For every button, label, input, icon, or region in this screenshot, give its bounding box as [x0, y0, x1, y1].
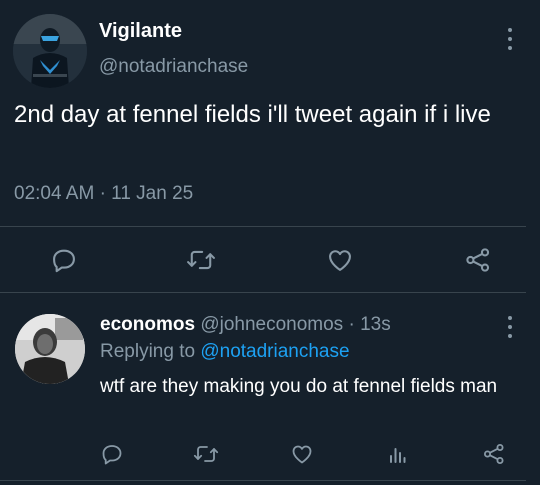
reply-text: wtf are they making you do at fennel fie… — [100, 376, 498, 397]
reply-more-options-icon[interactable] — [507, 316, 513, 338]
reply-retweet-icon[interactable] — [190, 440, 222, 468]
reply-author-handle[interactable]: @johneconomos — [200, 314, 343, 335]
reply-avatar-image — [15, 314, 85, 384]
reply-icon[interactable] — [46, 244, 82, 276]
author-name[interactable]: Vigilante — [99, 20, 182, 43]
share-icon[interactable] — [460, 244, 496, 276]
divider — [0, 480, 526, 481]
timestamp-separator: · — [99, 183, 106, 204]
replying-prefix: Replying to — [100, 341, 201, 362]
retweet-icon[interactable] — [183, 244, 219, 276]
avatar[interactable] — [13, 14, 87, 88]
avatar-image — [13, 14, 87, 88]
reply-reply-icon[interactable] — [96, 440, 128, 468]
tweet-date: 11 Jan 25 — [111, 183, 194, 204]
divider — [0, 226, 526, 227]
author-handle[interactable]: @notadrianchase — [99, 56, 248, 78]
reply-avatar[interactable] — [15, 314, 85, 384]
reply-header: economos @johneconomos · 13s — [100, 314, 391, 336]
tweet-timestamp: 02:04 AM · 11 Jan 25 — [14, 183, 193, 205]
like-icon[interactable] — [322, 244, 358, 276]
reply-like-icon[interactable] — [286, 440, 318, 468]
divider — [0, 292, 526, 293]
reply-time: 13s — [360, 314, 391, 335]
more-options-icon[interactable] — [507, 28, 513, 50]
replying-to-mention[interactable]: @notadrianchase — [200, 341, 349, 362]
analytics-icon[interactable] — [382, 440, 414, 468]
replying-to: Replying to @notadrianchase — [100, 341, 350, 363]
tweet-text: 2nd day at fennel fields i'll tweet agai… — [14, 101, 491, 128]
tweet-time: 02:04 AM — [14, 183, 95, 204]
reply-separator: · — [348, 314, 355, 335]
reply-share-icon[interactable] — [478, 440, 510, 468]
reply-author-name[interactable]: economos — [100, 314, 195, 335]
